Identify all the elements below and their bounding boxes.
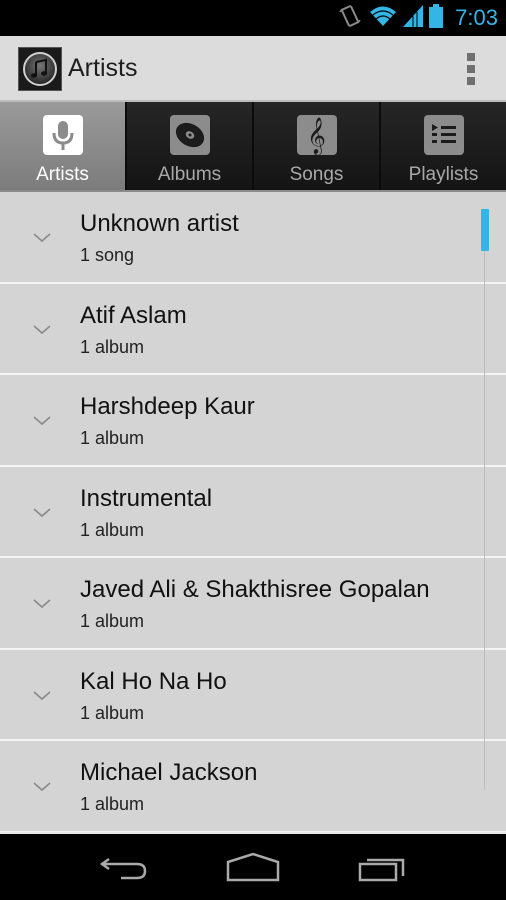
back-icon[interactable]	[89, 842, 159, 892]
list-item[interactable]: Unknown artist 1 song	[0, 192, 506, 284]
tab-label: Albums	[157, 164, 222, 185]
tab-songs[interactable]: 𝄞 Songs	[254, 102, 381, 190]
artist-name: Harshdeep Kaur	[80, 393, 255, 420]
navigation-bar	[0, 832, 506, 900]
album-disc-icon	[169, 115, 210, 155]
scrollbar-track[interactable]	[484, 210, 485, 790]
chevron-down-icon[interactable]	[33, 779, 51, 797]
artist-detail: 1 song	[80, 245, 135, 265]
list-item[interactable]: Kal Ho Na Ho 1 album	[0, 650, 506, 741]
chevron-down-icon[interactable]	[33, 413, 51, 431]
artist-name: Instrumental	[80, 484, 213, 512]
list-item[interactable]: Javed Ali & Shakthisree Gopalan 1 album	[0, 558, 506, 650]
artist-detail: 1 album	[80, 611, 145, 631]
tab-label: Playlists	[408, 164, 479, 185]
artist-detail: 1 album	[80, 336, 145, 357]
tab-playlists[interactable]: Playlists	[381, 102, 506, 190]
artist-name: Kal Ho Na Ho	[80, 667, 227, 695]
artist-detail: 1 album	[80, 702, 145, 723]
artist-detail: 1 album	[80, 794, 145, 814]
battery-icon	[429, 3, 444, 33]
tab-albums[interactable]: Albums	[127, 102, 254, 190]
playlist-icon	[423, 115, 464, 155]
chevron-down-icon[interactable]	[33, 596, 51, 614]
microphone-icon	[42, 115, 83, 155]
chevron-down-icon[interactable]	[33, 322, 51, 340]
artist-name: Javed Ali & Shakthisree Gopalan	[80, 576, 430, 603]
tab-bar: Artists Albums 𝄞 Songs Playlists	[0, 102, 506, 192]
status-bar: 7:03	[0, 0, 506, 36]
artist-detail: 1 album	[80, 519, 145, 540]
artist-detail: 1 album	[80, 428, 145, 448]
chevron-down-icon[interactable]	[33, 230, 51, 248]
chevron-down-icon[interactable]	[33, 505, 51, 523]
list-item[interactable]: Instrumental 1 album	[0, 467, 506, 558]
list-item[interactable]: Michael Jackson 1 album	[0, 741, 506, 832]
artist-name: Unknown artist	[80, 210, 239, 237]
list-item[interactable]: Harshdeep Kaur 1 album	[0, 375, 506, 467]
signal-icon	[403, 4, 424, 32]
artist-list[interactable]: Unknown artist 1 song Atif Aslam 1 album…	[0, 192, 506, 832]
tab-artists[interactable]: Artists	[0, 102, 127, 190]
wifi-icon	[369, 4, 397, 33]
clock: 7:03	[455, 5, 498, 30]
artist-name: Michael Jackson	[80, 759, 258, 786]
list-item[interactable]: Atif Aslam 1 album	[0, 284, 506, 375]
rotate-icon	[337, 3, 363, 34]
music-note-icon[interactable]	[18, 47, 62, 91]
treble-clef-icon: 𝄞	[296, 115, 337, 155]
recent-apps-icon[interactable]	[347, 842, 417, 892]
chevron-down-icon[interactable]	[33, 688, 51, 706]
scrollbar-thumb[interactable]	[481, 209, 489, 251]
tab-label: Artists	[36, 164, 89, 185]
overflow-menu-icon[interactable]	[466, 53, 476, 85]
tab-label: Songs	[289, 164, 344, 185]
artist-name: Atif Aslam	[80, 301, 187, 329]
page-title: Artists	[68, 54, 138, 82]
action-bar: Artists	[0, 36, 506, 102]
home-icon[interactable]	[218, 842, 288, 892]
